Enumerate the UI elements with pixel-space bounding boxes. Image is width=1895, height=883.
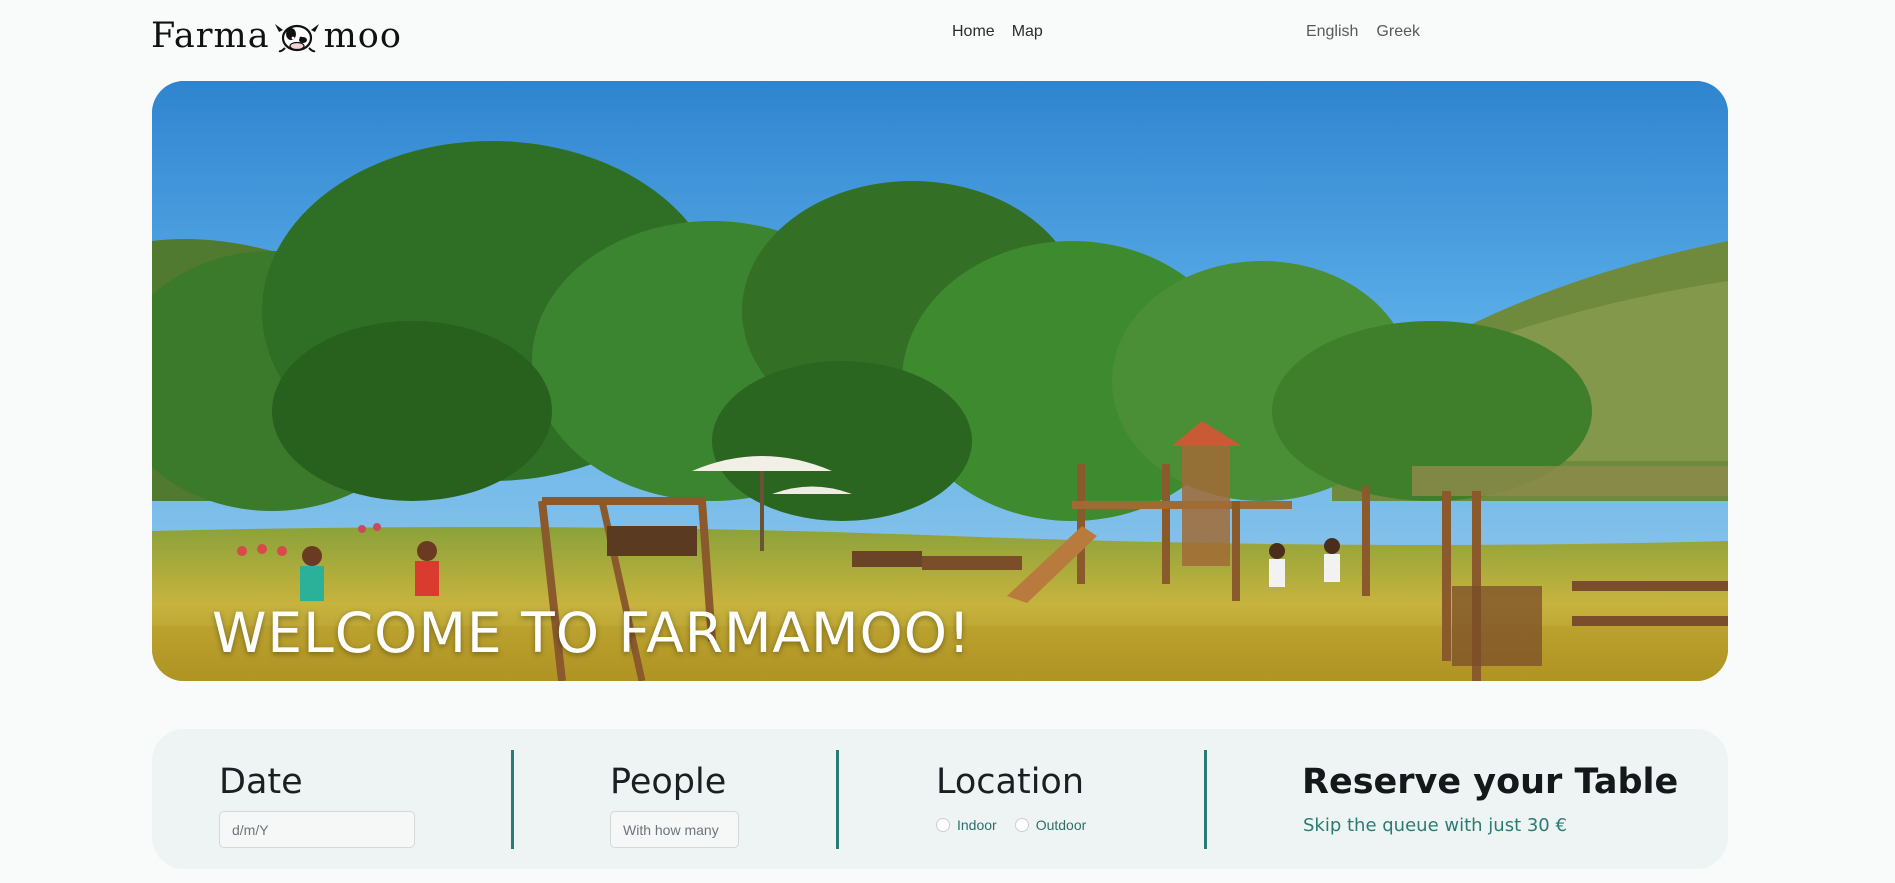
- radio-indoor-circle[interactable]: [936, 818, 950, 832]
- logo-text-left: Farma: [151, 15, 270, 56]
- date-input[interactable]: [219, 811, 415, 848]
- divider: [836, 750, 839, 849]
- radio-indoor-label: Indoor: [957, 817, 997, 833]
- main-nav: Home Map: [952, 23, 1043, 41]
- language-greek[interactable]: Greek: [1376, 23, 1420, 41]
- logo-text-right: moo: [323, 15, 402, 56]
- hero-banner: WELCOME TO FARMAMOO!: [152, 81, 1728, 681]
- radio-outdoor[interactable]: Outdoor: [1014, 817, 1087, 833]
- language-switcher: English Greek: [1306, 23, 1420, 41]
- divider: [511, 750, 514, 849]
- location-radio-group: Indoor Outdoor: [936, 817, 1104, 833]
- radio-indoor[interactable]: Indoor: [936, 817, 997, 833]
- radio-outdoor-label: Outdoor: [1035, 817, 1087, 833]
- radio-outdoor-circle[interactable]: [1014, 818, 1029, 832]
- language-english[interactable]: English: [1306, 23, 1358, 41]
- nav-link-map[interactable]: Map: [1012, 23, 1043, 41]
- people-heading: People: [610, 762, 727, 802]
- reserve-table-title[interactable]: Reserve your Table: [1302, 762, 1678, 802]
- reserve-table-subtitle: Skip the queue with just 30 €: [1303, 815, 1567, 836]
- hero-park-photo: [152, 81, 1728, 681]
- nav-link-home[interactable]: Home: [952, 23, 995, 41]
- top-navbar: Farma moo Home Map English Greek: [0, 0, 1895, 70]
- divider: [1204, 750, 1207, 849]
- location-heading: Location: [936, 762, 1085, 802]
- reservation-bar: Date People Location Indoor Outdoor Rese…: [152, 729, 1728, 869]
- hero-title: WELCOME TO FARMAMOO!: [212, 601, 972, 665]
- date-heading: Date: [219, 762, 303, 802]
- farmamoo-logo[interactable]: Farma moo: [151, 16, 402, 56]
- people-input[interactable]: [610, 811, 739, 848]
- cow-logo-icon: [274, 24, 319, 53]
